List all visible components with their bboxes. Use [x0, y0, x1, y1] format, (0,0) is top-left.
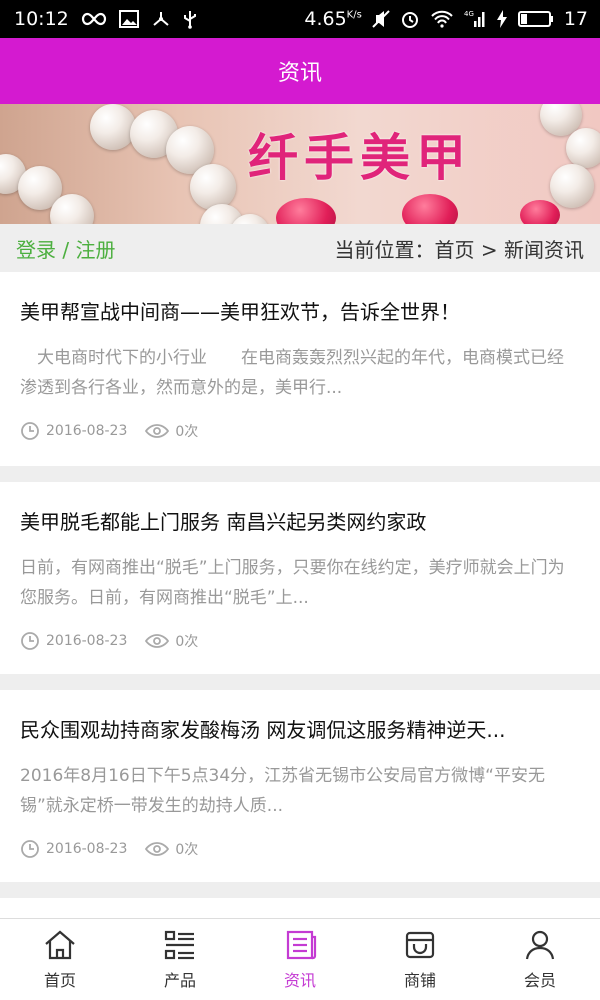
share-icon [151, 10, 171, 28]
list-divider [0, 466, 600, 482]
svg-text:4G: 4G [464, 10, 474, 18]
tab-news[interactable]: 资讯 [240, 919, 360, 1000]
charging-icon [496, 9, 508, 29]
tab-products[interactable]: 产品 [120, 919, 240, 1000]
promo-banner[interactable]: 纤手美甲 [0, 104, 600, 224]
article-views: 0次 [175, 634, 199, 650]
clock-icon [20, 839, 40, 859]
article-title[interactable]: 美甲脱毛都能上门服务 南昌兴起另类网约家政 [20, 506, 580, 535]
article-title[interactable]: 民众围观劫持商家发酸梅汤 网友调侃这服务精神逆天... [20, 714, 580, 743]
tab-label: 商铺 [403, 970, 436, 990]
eye-icon [145, 423, 170, 439]
signal-icon: 4G [464, 9, 486, 29]
home-icon [45, 930, 75, 959]
clock-icon [20, 421, 40, 441]
list-divider [0, 882, 600, 898]
article-summary: 大电商时代下的小行业 在电商轰轰烈烈兴起的年代，电商模式已经渗透到各行各业，然而… [20, 348, 564, 398]
page-title: 资讯 [277, 61, 322, 86]
register-link[interactable]: 注册 [75, 238, 115, 262]
alarm-icon [400, 9, 420, 29]
breadcrumb: 当前位置：首页 > 新闻资讯 [334, 237, 584, 262]
article-item[interactable]: 美甲帮宣战中间商——美甲狂欢节，告诉全世界！ 大电商时代下的小行业 在电商轰轰烈… [0, 272, 600, 466]
list-divider [0, 674, 600, 690]
article-item[interactable]: 民众围观劫持商家发酸梅汤 网友调侃这服务精神逆天... 2016年8月16日下午… [0, 690, 600, 882]
mute-icon [372, 9, 390, 29]
status-bar: 10:12 4.65K/s 4G 17 [0, 0, 600, 38]
article-title[interactable]: 美甲帮宣战中间商——美甲狂欢节，告诉全世界！ [20, 296, 580, 325]
net-speed-unit: K/s [346, 9, 362, 21]
eye-icon [145, 633, 170, 649]
article-list: 美甲帮宣战中间商——美甲狂欢节，告诉全世界！ 大电商时代下的小行业 在电商轰轰烈… [0, 272, 600, 918]
tab-label: 首页 [43, 970, 76, 990]
tab-label: 资讯 [283, 970, 316, 990]
article-meta: 2016-08-23 0次 [20, 839, 580, 859]
battery-level: 17 [563, 8, 588, 30]
article-date: 2016-08-23 [46, 841, 128, 857]
article-summary: 2016年8月16日下午5点34分，江苏省无锡市公安局官方微博“平安无锡”就永定… [20, 766, 545, 816]
auth-links: 登录 / 注册 [0, 234, 115, 263]
bottom-tab-bar: 首页 产品 资讯 商铺 会员 [0, 918, 600, 1000]
header-bar: 资讯 [0, 38, 600, 104]
clock-icon [20, 631, 40, 651]
tab-member[interactable]: 会员 [480, 919, 600, 1000]
infinity-icon [81, 12, 107, 26]
eye-icon [145, 841, 170, 857]
net-speed: 4.65K/s [304, 8, 362, 30]
article-date: 2016-08-23 [46, 423, 128, 439]
banner-title: 纤手美甲 [248, 129, 472, 187]
login-link[interactable]: 登录 [16, 238, 56, 262]
tab-stores[interactable]: 商铺 [360, 919, 480, 1000]
list-icon [164, 930, 194, 959]
article-meta: 2016-08-23 0次 [20, 421, 580, 441]
user-icon [525, 930, 555, 959]
tab-home[interactable]: 首页 [0, 919, 120, 1000]
battery-icon [517, 10, 554, 28]
crumb-bar: 登录 / 注册 当前位置：首页 > 新闻资讯 [0, 224, 600, 272]
wifi-icon [430, 10, 454, 28]
article-meta: 2016-08-23 0次 [20, 631, 580, 651]
article-views: 0次 [175, 842, 199, 858]
article-item[interactable] [0, 898, 600, 918]
usb-icon [183, 9, 197, 29]
article-views: 0次 [175, 424, 199, 440]
news-icon [286, 930, 317, 959]
tab-label: 产品 [163, 970, 196, 990]
store-icon [405, 931, 435, 958]
image-icon [118, 10, 139, 28]
article-summary: 日前，有网商推出“脱毛”上门服务，只要你在线约定，美疗师就会上门为您服务。日前，… [20, 558, 565, 608]
article-date: 2016-08-23 [46, 633, 128, 649]
status-time: 10:12 [14, 8, 69, 30]
tab-label: 会员 [523, 970, 556, 990]
article-item[interactable]: 美甲脱毛都能上门服务 南昌兴起另类网约家政 日前，有网商推出“脱毛”上门服务，只… [0, 482, 600, 674]
auth-separator: / [56, 237, 76, 262]
